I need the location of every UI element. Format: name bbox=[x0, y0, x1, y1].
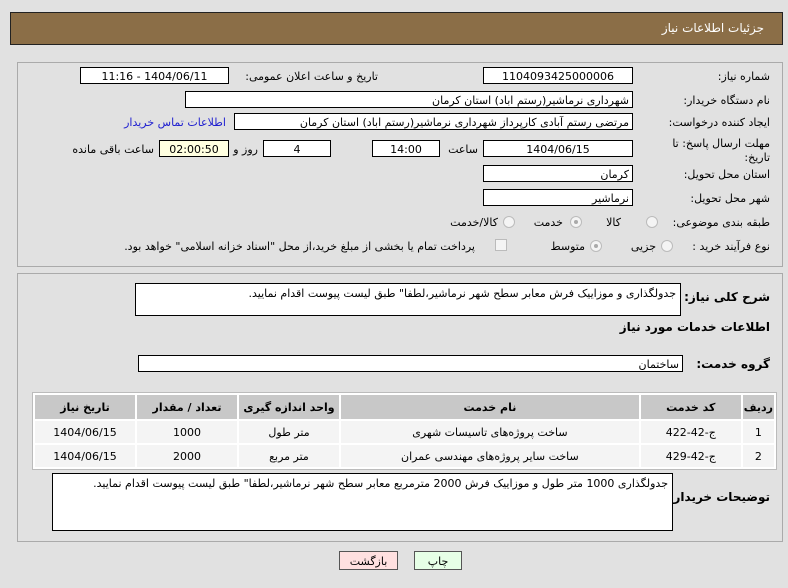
page-header: جزئیات اطلاعات نیاز bbox=[10, 12, 783, 45]
time-label: ساعت bbox=[448, 143, 478, 156]
process-minor-label: جزیی bbox=[630, 240, 656, 253]
buyer-field[interactable]: شهرداری نرماشیر(رستم اباد) استان کرمان bbox=[185, 91, 633, 108]
table-row: 2 ج-42-429 ساخت سایر پروژه‌های مهندسی عم… bbox=[35, 445, 774, 467]
process-label: نوع فرآیند خرید : bbox=[692, 240, 770, 253]
process-medium-radio[interactable] bbox=[590, 240, 602, 252]
cell-quantity: 1000 bbox=[137, 421, 237, 443]
category-service-radio[interactable] bbox=[570, 216, 582, 228]
summary-label: شرح کلی نیاز: bbox=[684, 290, 770, 304]
cell-code: ج-42-422 bbox=[640, 421, 741, 443]
contact-buyer-link[interactable]: اطلاعات تماس خریدار bbox=[124, 116, 226, 129]
print-button[interactable]: چاپ bbox=[414, 551, 462, 570]
cell-quantity: 2000 bbox=[137, 445, 237, 467]
city-label: شهر محل تحویل: bbox=[690, 192, 770, 205]
col-name: نام خدمت bbox=[341, 395, 639, 419]
category-goods-radio[interactable] bbox=[646, 216, 658, 228]
days-field[interactable]: 4 bbox=[263, 140, 331, 157]
services-table: ردیف کد خدمت نام خدمت واحد اندازه گیری ت… bbox=[32, 392, 777, 470]
creator-label: ایجاد کننده درخواست: bbox=[668, 116, 770, 129]
treasury-payment-checkbox[interactable] bbox=[495, 239, 507, 251]
buyer-notes-label: توضیحات خریدار: bbox=[668, 490, 770, 504]
deadline-label: مهلت ارسال پاسخ: تا تاریخ: bbox=[672, 137, 770, 164]
category-goods-service-radio[interactable] bbox=[503, 216, 515, 228]
days-label: روز و bbox=[233, 143, 258, 156]
service-group-label: گروه خدمت: bbox=[696, 357, 770, 371]
cell-unit: متر طول bbox=[239, 421, 339, 443]
services-title: اطلاعات خدمات مورد نیاز bbox=[619, 320, 770, 334]
announce-field[interactable]: 1404/06/11 - 11:16 bbox=[80, 67, 229, 84]
cell-name: ساخت سایر پروژه‌های مهندسی عمران bbox=[341, 445, 639, 467]
cell-code: ج-42-429 bbox=[640, 445, 741, 467]
category-service-label: خدمت bbox=[533, 216, 563, 229]
cell-row: 1 bbox=[742, 421, 774, 443]
treasury-payment-label: پرداخت تمام یا بخشی از مبلغ خرید،از محل … bbox=[124, 240, 475, 253]
cell-row: 2 bbox=[742, 445, 774, 467]
buyer-notes-textarea[interactable]: جدولگذاری 1000 متر طول و موزاییک فرش 200… bbox=[52, 473, 673, 531]
announce-label: تاریخ و ساعت اعلان عمومی: bbox=[245, 70, 378, 83]
category-goods-label: کالا bbox=[606, 216, 621, 229]
cell-date: 1404/06/15 bbox=[35, 421, 135, 443]
cell-name: ساخت پروژه‌های تاسیسات شهری bbox=[341, 421, 639, 443]
table-header-row: ردیف کد خدمت نام خدمت واحد اندازه گیری ت… bbox=[35, 395, 774, 419]
col-date: تاریخ نیاز bbox=[35, 395, 135, 419]
category-label: طبقه بندی موضوعی: bbox=[672, 216, 770, 229]
cell-date: 1404/06/15 bbox=[35, 445, 135, 467]
service-group-field[interactable]: ساختمان bbox=[138, 355, 683, 372]
remaining-time-field: 02:00:50 bbox=[159, 140, 229, 157]
col-code: کد خدمت bbox=[640, 395, 741, 419]
province-field[interactable]: کرمان bbox=[483, 165, 633, 182]
city-field[interactable]: نرماشیر bbox=[483, 189, 633, 206]
table-row: 1 ج-42-422 ساخت پروژه‌های تاسیسات شهری م… bbox=[35, 421, 774, 443]
page-title: جزئیات اطلاعات نیاز bbox=[661, 21, 764, 35]
deadline-time-field[interactable]: 14:00 bbox=[372, 140, 440, 157]
process-minor-radio[interactable] bbox=[661, 240, 673, 252]
col-quantity: تعداد / مقدار bbox=[137, 395, 237, 419]
col-unit: واحد اندازه گیری bbox=[239, 395, 339, 419]
need-number-label: شماره نیاز: bbox=[717, 70, 770, 83]
province-label: استان محل تحویل: bbox=[683, 168, 770, 181]
back-button[interactable]: بازگشت bbox=[339, 551, 398, 570]
need-number-field[interactable]: 1104093425000006 bbox=[483, 67, 633, 84]
col-row: ردیف bbox=[742, 395, 774, 419]
summary-textarea[interactable]: جدولگذاری و موزاییک فرش معابر سطح شهر نر… bbox=[135, 283, 681, 316]
category-goods-service-label: کالا/خدمت bbox=[450, 216, 498, 229]
cell-unit: متر مربع bbox=[239, 445, 339, 467]
buyer-label: نام دستگاه خریدار: bbox=[683, 94, 770, 107]
remaining-label: ساعت باقی مانده bbox=[72, 143, 154, 156]
process-medium-label: متوسط bbox=[550, 240, 585, 253]
creator-field[interactable]: مرتضی رستم آبادی کارپرداز شهرداری نرماشی… bbox=[234, 113, 633, 130]
deadline-date-field[interactable]: 1404/06/15 bbox=[483, 140, 633, 157]
